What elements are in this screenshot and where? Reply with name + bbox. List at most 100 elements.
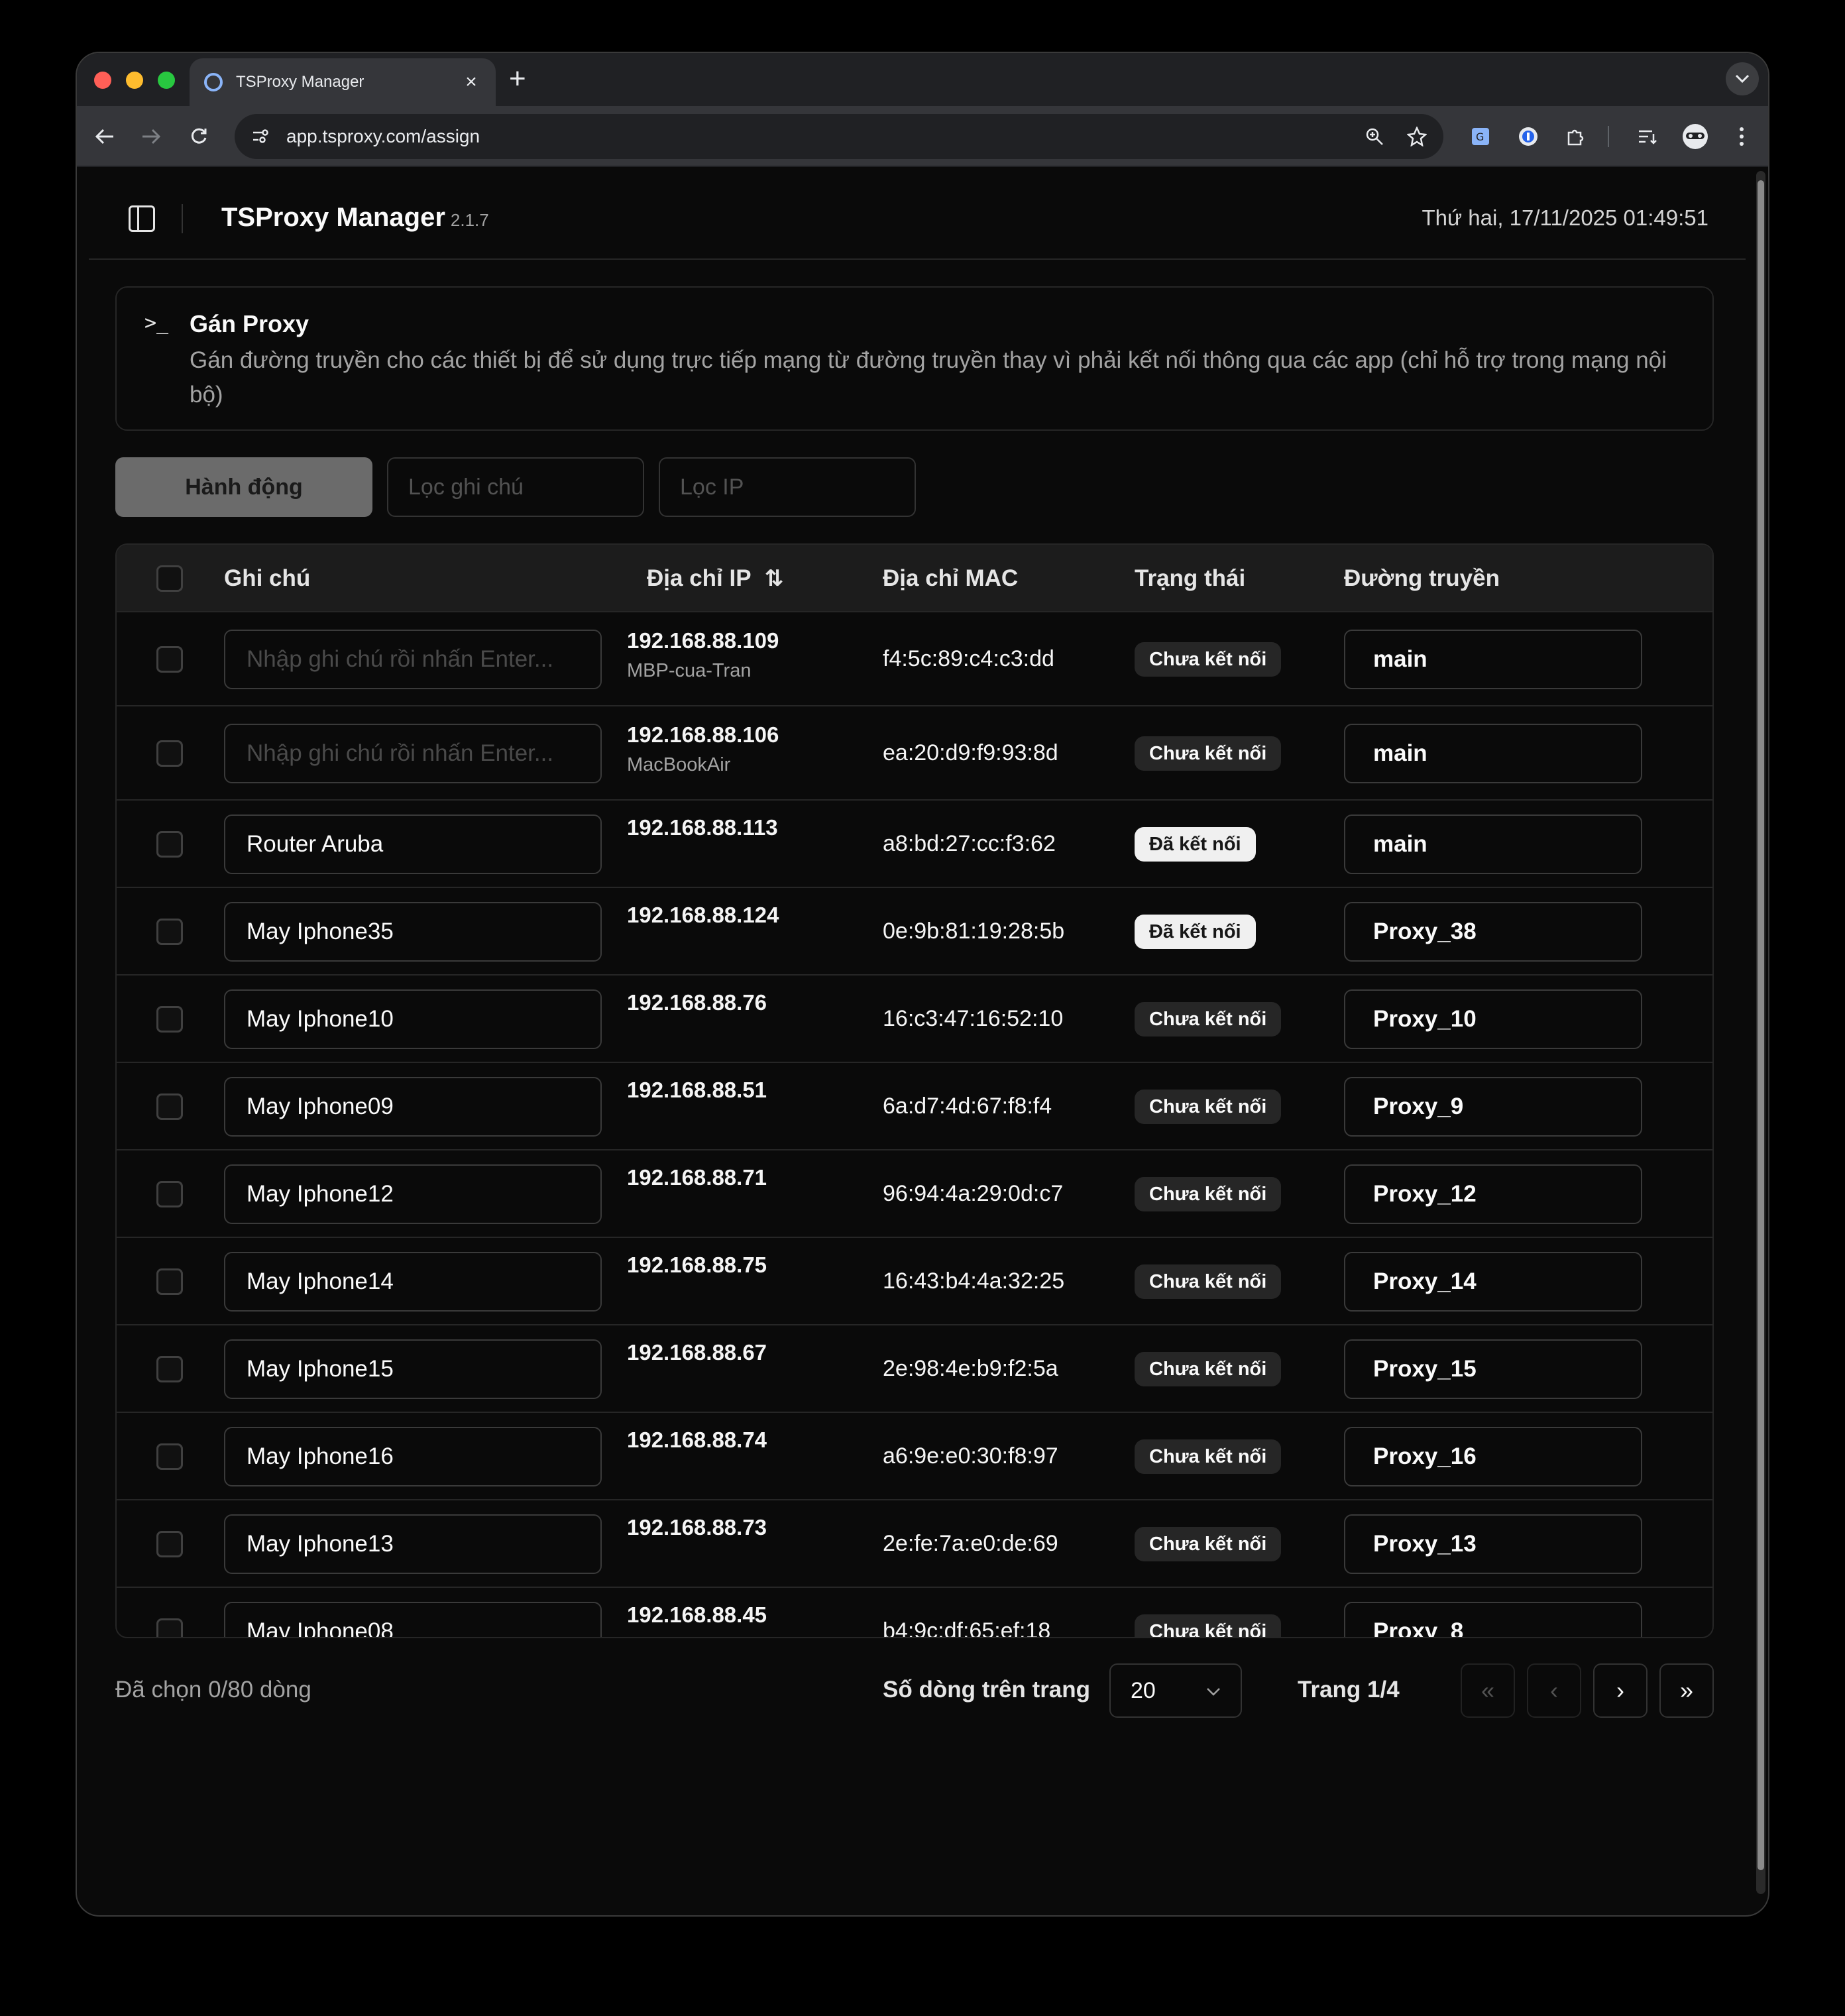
route-select[interactable]: Proxy_14: [1344, 1252, 1642, 1312]
first-page-button[interactable]: «: [1461, 1663, 1515, 1718]
row-checkbox[interactable]: [156, 1093, 183, 1120]
note-input[interactable]: [224, 630, 602, 689]
table-row: 192.168.88.67 2e:98:4e:b9:f2:5a Chưa kết n…: [117, 1325, 1712, 1413]
minimize-window-button[interactable]: [126, 72, 143, 89]
sort-icon[interactable]: ⇅: [765, 565, 784, 592]
row-checkbox[interactable]: [156, 1618, 183, 1637]
route-select[interactable]: Proxy_13: [1344, 1514, 1642, 1574]
row-checkbox[interactable]: [156, 1006, 183, 1033]
row-checkbox[interactable]: [156, 1356, 183, 1382]
select-all-checkbox[interactable]: [156, 565, 183, 592]
translate-extension-icon[interactable]: G: [1466, 122, 1495, 151]
route-select[interactable]: Proxy_8: [1344, 1602, 1642, 1637]
info-card: >_ Gán Proxy Gán đường truyền cho các th…: [115, 286, 1714, 431]
mac-address: 2e:fe:7a:e0:de:69: [883, 1531, 1058, 1556]
bookmark-star-icon[interactable]: [1401, 121, 1433, 152]
route-select[interactable]: Proxy_12: [1344, 1164, 1642, 1224]
scrollbar-thumb[interactable]: [1758, 180, 1764, 1870]
status-cell: Chưa kết nối: [1135, 1264, 1282, 1299]
route-select[interactable]: Proxy_15: [1344, 1339, 1642, 1399]
route-select[interactable]: main: [1344, 814, 1642, 874]
route-cell: Proxy_12: [1344, 1164, 1642, 1224]
app-version: 2.1.7: [450, 210, 489, 230]
note-input[interactable]: [224, 989, 602, 1049]
site-info-icon[interactable]: [245, 121, 276, 152]
reload-icon: [191, 128, 207, 144]
status-badge: Chưa kết nối: [1135, 1264, 1282, 1299]
prev-page-button[interactable]: ‹: [1527, 1663, 1581, 1718]
route-select[interactable]: Proxy_10: [1344, 989, 1642, 1049]
tab-tsproxy[interactable]: TSProxy Manager ×: [190, 58, 496, 106]
filter-note-input[interactable]: [387, 457, 644, 517]
note-input[interactable]: [224, 724, 602, 783]
row-checkbox[interactable]: [156, 1443, 183, 1470]
rows-per-page-select[interactable]: 20: [1109, 1663, 1242, 1718]
forward-button[interactable]: [135, 121, 167, 152]
route-select[interactable]: main: [1344, 724, 1642, 783]
note-cell: [224, 1252, 602, 1312]
note-cell: [224, 724, 602, 783]
page-content: TSProxy Manager 2.1.7 Thứ hai, 17/11/2025…: [89, 179, 1746, 1902]
next-page-button[interactable]: ›: [1593, 1663, 1648, 1718]
note-input[interactable]: [224, 1077, 602, 1137]
row-checkbox[interactable]: [156, 1181, 183, 1207]
row-checkbox[interactable]: [156, 646, 183, 673]
browser-window: TSProxy Manager × + app.tsproxy.com/assi…: [76, 52, 1769, 1917]
route-select[interactable]: Proxy_9: [1344, 1077, 1642, 1137]
row-checkbox[interactable]: [156, 831, 183, 858]
password-extension-icon[interactable]: [1514, 122, 1543, 151]
extensions-puzzle-icon[interactable]: [1561, 122, 1591, 151]
table-row: 192.168.88.73 2e:fe:7a:e0:de:69 Chưa kết n…: [117, 1500, 1712, 1588]
ip-cell: 192.168.88.124: [627, 903, 779, 928]
rows-per-page-value: 20: [1131, 1677, 1156, 1703]
browser-toolbar: app.tsproxy.com/assign G: [77, 106, 1768, 167]
filter-ip-input[interactable]: [659, 457, 916, 517]
row-checkbox[interactable]: [156, 919, 183, 945]
page-scrollbar[interactable]: [1756, 171, 1765, 1894]
row-checkbox[interactable]: [156, 1268, 183, 1295]
note-input[interactable]: [224, 1427, 602, 1486]
note-input[interactable]: [224, 902, 602, 962]
route-select[interactable]: Proxy_38: [1344, 902, 1642, 962]
row-checkbox[interactable]: [156, 1531, 183, 1557]
note-input[interactable]: [224, 1252, 602, 1312]
ip-cell: 192.168.88.76: [627, 990, 767, 1015]
table-row: 192.168.88.74 a6:9e:e0:30:f8:97 Chưa kết n…: [117, 1413, 1712, 1500]
reload-button[interactable]: [183, 121, 215, 152]
mac-address: 96:94:4a:29:0d:c7: [883, 1181, 1064, 1206]
menu-kebab-icon[interactable]: [1727, 122, 1756, 151]
row-select-cell: [156, 831, 183, 858]
route-select[interactable]: main: [1344, 630, 1642, 689]
app-title: TSProxy Manager 2.1.7: [221, 203, 489, 233]
zoom-icon[interactable]: [1359, 121, 1390, 152]
last-page-button[interactable]: »: [1659, 1663, 1714, 1718]
status-badge: Chưa kết nối: [1135, 1177, 1282, 1211]
new-tab-button[interactable]: +: [509, 62, 526, 95]
action-button[interactable]: Hành động: [115, 457, 372, 517]
route-select[interactable]: Proxy_16: [1344, 1427, 1642, 1486]
profile-avatar-icon[interactable]: [1681, 122, 1710, 151]
tab-close-icon[interactable]: ×: [461, 71, 481, 93]
sidebar-toggle-icon[interactable]: [129, 205, 155, 232]
hostname: MacBookAir: [627, 754, 731, 775]
mac-address: a6:9e:e0:30:f8:97: [883, 1443, 1058, 1469]
note-input[interactable]: [224, 1602, 602, 1637]
close-window-button[interactable]: [94, 72, 111, 89]
header-ip[interactable]: Địa chỉ IP ⇅: [647, 545, 783, 612]
address-bar[interactable]: app.tsproxy.com/assign: [235, 114, 1443, 159]
row-checkbox[interactable]: [156, 740, 183, 767]
note-input[interactable]: [224, 1164, 602, 1224]
note-input[interactable]: [224, 1514, 602, 1574]
status-badge: Chưa kết nối: [1135, 1527, 1282, 1561]
note-input[interactable]: [224, 814, 602, 874]
status-cell: Chưa kết nối: [1135, 642, 1282, 677]
status-cell: Chưa kết nối: [1135, 1090, 1282, 1124]
maximize-window-button[interactable]: [158, 72, 175, 89]
table-row: 192.168.88.124 0e:9b:81:19:28:5b Đã kết nố…: [117, 888, 1712, 976]
table-row: 192.168.88.51 6a:d7:4d:67:f8:f4 Chưa kết n…: [117, 1063, 1712, 1150]
table-row: 192.168.88.75 16:43:b4:4a:32:25 Chưa kết n…: [117, 1238, 1712, 1325]
reading-list-icon[interactable]: [1633, 122, 1662, 151]
note-input[interactable]: [224, 1339, 602, 1399]
back-button[interactable]: [89, 121, 121, 152]
tab-search-button[interactable]: [1726, 62, 1759, 95]
